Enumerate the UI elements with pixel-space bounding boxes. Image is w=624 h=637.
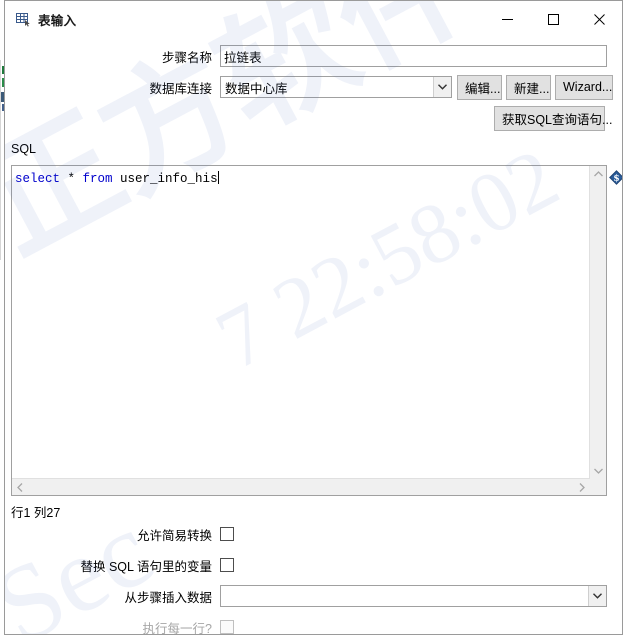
scroll-up-icon[interactable] bbox=[590, 166, 606, 182]
minimize-icon[interactable] bbox=[484, 1, 530, 37]
get-sql-query-button[interactable]: 获取SQL查询语句... bbox=[494, 105, 612, 131]
sql-keyword-select: select bbox=[15, 172, 61, 186]
sql-keyword-from: from bbox=[82, 172, 113, 186]
maximize-icon[interactable] bbox=[530, 1, 576, 37]
step-name-row: 步骤名称 bbox=[5, 44, 622, 68]
scroll-right-icon[interactable] bbox=[574, 479, 590, 495]
allow-lazy-conversion-checkbox[interactable] bbox=[220, 527, 234, 541]
sql-editor-text: select * from user_info_his bbox=[15, 171, 219, 186]
replace-variables-checkbox[interactable] bbox=[220, 558, 234, 572]
scroll-left-icon[interactable] bbox=[12, 479, 28, 495]
chevron-down-icon bbox=[588, 586, 606, 606]
editor-horizontal-scrollbar[interactable] bbox=[12, 478, 590, 495]
db-connection-value: 数据中心库 bbox=[225, 81, 288, 96]
editor-vertical-scrollbar[interactable] bbox=[589, 166, 606, 479]
wizard-connection-button[interactable]: Wizard... bbox=[555, 74, 613, 100]
insert-data-from-step-row: 从步骤插入数据 bbox=[5, 584, 622, 608]
dialog-body: 步骤名称 数据库连接 数据中心库 编辑... 新建... Wizard... 获… bbox=[5, 44, 622, 634]
close-icon[interactable] bbox=[576, 1, 622, 37]
insert-variable-icon[interactable]: $ bbox=[609, 170, 622, 185]
allow-lazy-conversion-row: 允许简易转换 bbox=[5, 522, 622, 546]
scroll-down-icon[interactable] bbox=[590, 463, 606, 479]
db-connection-label: 数据库连接 bbox=[149, 81, 212, 96]
background-edge-line bbox=[0, 60, 1, 260]
allow-lazy-conversion-label: 允许简易转换 bbox=[136, 528, 212, 543]
window-title: 表输入 bbox=[38, 13, 77, 28]
get-sql-row: 获取SQL查询语句... bbox=[5, 105, 622, 131]
table-input-icon bbox=[15, 11, 31, 27]
window-controls bbox=[484, 1, 622, 37]
options-area: 允许简易转换 替换 SQL 语句里的变量 从步骤插入数据 执行每一行? bbox=[5, 522, 622, 635]
cursor-position-status: 行1 列27 bbox=[11, 506, 61, 520]
text-caret bbox=[217, 171, 219, 184]
step-name-label: 步骤名称 bbox=[161, 50, 212, 65]
svg-text:$: $ bbox=[613, 174, 619, 184]
execute-each-row-row: 执行每一行? bbox=[5, 615, 622, 635]
sql-editor[interactable]: select * from user_info_his bbox=[11, 165, 607, 496]
db-connection-row: 数据库连接 数据中心库 编辑... 新建... Wizard... bbox=[5, 74, 622, 100]
title-bar: 表输入 bbox=[5, 1, 622, 37]
table-input-dialog: 表输入 步骤名称 数据库连接 数据中心库 bbox=[4, 0, 623, 635]
edit-connection-button[interactable]: 编辑... bbox=[457, 74, 502, 100]
insert-data-from-step-select[interactable] bbox=[220, 585, 607, 607]
step-name-input[interactable] bbox=[220, 45, 607, 67]
chevron-down-icon bbox=[433, 77, 451, 97]
replace-variables-row: 替换 SQL 语句里的变量 bbox=[5, 553, 622, 577]
insert-data-from-step-label: 从步骤插入数据 bbox=[124, 590, 212, 605]
execute-each-row-checkbox bbox=[220, 620, 234, 634]
replace-variables-label: 替换 SQL 语句里的变量 bbox=[80, 559, 213, 574]
new-connection-button[interactable]: 新建... bbox=[506, 74, 551, 100]
sql-section-label: SQL bbox=[11, 142, 37, 156]
execute-each-row-label: 执行每一行? bbox=[142, 621, 212, 635]
scrollbar-corner bbox=[590, 479, 606, 495]
db-connection-select[interactable]: 数据中心库 bbox=[220, 76, 452, 98]
